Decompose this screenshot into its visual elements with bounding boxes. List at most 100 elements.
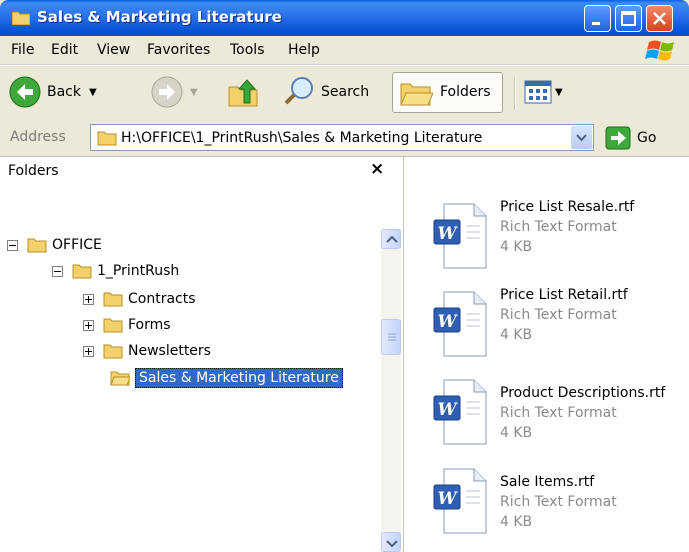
title-bar[interactable]: Sales & Marketing Literature xyxy=(0,0,689,36)
tree-item-label-selected: Sales & Marketing Literature xyxy=(135,368,343,388)
maximize-button[interactable] xyxy=(615,5,642,32)
scroll-up-button[interactable] xyxy=(381,229,401,249)
menu-edit[interactable]: Edit xyxy=(51,42,78,58)
grip-icon xyxy=(388,333,396,341)
svg-text:W: W xyxy=(437,489,458,509)
folder-icon xyxy=(97,131,117,146)
file-type: Rich Text Format xyxy=(500,219,617,235)
svg-text:W: W xyxy=(437,400,458,420)
toolbar: Back ▼ ▼ Search Folders ▼ xyxy=(0,65,689,120)
tree-item-sales-marketing[interactable]: Sales & Marketing Literature xyxy=(110,367,343,389)
folder-icon xyxy=(12,11,30,25)
go-button[interactable]: Go xyxy=(605,126,656,150)
folders-label: Folders xyxy=(440,84,491,100)
up-folder-icon xyxy=(228,79,258,107)
address-bar: Address H:\OFFICE\1_PrintRush\Sales & Ma… xyxy=(0,119,689,157)
word-document-icon: W xyxy=(433,379,487,445)
file-name: Product Descriptions.rtf xyxy=(500,385,666,401)
tree-item-newsletters[interactable]: Newsletters xyxy=(83,340,211,362)
folder-icon xyxy=(103,292,123,307)
chevron-down-icon xyxy=(576,134,587,142)
back-button[interactable]: Back ▼ xyxy=(8,75,97,109)
collapse-icon[interactable] xyxy=(7,239,18,251)
folders-icon xyxy=(400,83,433,106)
expand-icon[interactable] xyxy=(83,319,94,331)
file-size: 4 KB xyxy=(500,425,533,441)
chevron-up-icon xyxy=(386,235,398,243)
svg-text:W: W xyxy=(437,224,458,244)
folder-icon xyxy=(72,264,92,279)
windows-logo-icon xyxy=(645,40,674,61)
address-dropdown-button[interactable] xyxy=(571,126,592,149)
close-icon xyxy=(653,12,666,25)
folder-icon xyxy=(27,238,47,253)
folder-icon xyxy=(103,318,123,333)
expand-icon[interactable] xyxy=(83,293,94,305)
menu-favorites[interactable]: Favorites xyxy=(147,42,210,58)
open-folder-icon xyxy=(110,371,130,386)
menu-view[interactable]: View xyxy=(97,42,130,58)
folders-pane: Folders × OFFICE 1_PrintRush Contracts F… xyxy=(0,157,404,552)
back-dropdown-icon[interactable]: ▼ xyxy=(89,87,97,98)
tree-item-forms[interactable]: Forms xyxy=(83,314,171,336)
search-icon xyxy=(284,77,313,105)
file-size: 4 KB xyxy=(500,239,533,255)
file-item[interactable]: W Price List Resale.rtf Rich Text Format… xyxy=(432,199,689,282)
tree-item-contracts[interactable]: Contracts xyxy=(83,288,196,310)
collapse-icon[interactable] xyxy=(52,265,63,277)
expand-icon[interactable] xyxy=(83,345,94,357)
tree-item-1-printrush[interactable]: 1_PrintRush xyxy=(52,260,179,282)
address-field[interactable]: H:\OFFICE\1_PrintRush\Sales & Marketing … xyxy=(90,124,594,151)
search-label: Search xyxy=(321,84,370,100)
menu-bar: File Edit View Favorites Tools Help xyxy=(0,36,689,65)
views-dropdown-icon[interactable]: ▼ xyxy=(555,87,563,98)
scroll-thumb[interactable] xyxy=(381,319,401,355)
file-type: Rich Text Format xyxy=(500,494,617,510)
menu-tools[interactable]: Tools xyxy=(230,42,265,58)
file-name: Sale Items.rtf xyxy=(500,474,595,490)
window-title: Sales & Marketing Literature xyxy=(37,8,282,26)
toolbar-separator xyxy=(514,76,516,110)
file-item[interactable]: W Product Descriptions.rtf Rich Text For… xyxy=(432,378,689,458)
address-label: Address xyxy=(10,129,66,145)
maximize-icon xyxy=(621,11,636,26)
file-list: W Price List Resale.rtf Rich Text Format… xyxy=(404,157,689,552)
minimize-icon xyxy=(592,22,600,25)
close-button[interactable] xyxy=(646,5,673,32)
svg-text:W: W xyxy=(437,312,458,332)
tree-item-label: 1_PrintRush xyxy=(97,263,180,279)
vertical-scrollbar[interactable] xyxy=(381,229,401,552)
file-type: Rich Text Format xyxy=(500,405,617,421)
menu-file[interactable]: File xyxy=(11,42,34,58)
folders-pane-title: Folders xyxy=(8,163,59,179)
go-label: Go xyxy=(637,130,657,146)
tree-item-label: OFFICE xyxy=(52,237,102,253)
views-button[interactable]: ▼ xyxy=(524,80,563,104)
file-item[interactable]: W Sale Items.rtf Rich Text Format 4 KB xyxy=(432,467,689,547)
minimize-button[interactable] xyxy=(584,5,611,32)
folder-icon xyxy=(103,344,123,359)
back-arrow-icon xyxy=(9,76,41,108)
folders-pane-header: Folders × xyxy=(0,157,403,185)
menu-help[interactable]: Help xyxy=(288,42,320,58)
forward-button[interactable]: ▼ xyxy=(150,75,198,109)
file-size: 4 KB xyxy=(500,514,533,530)
back-label: Back xyxy=(47,84,81,100)
tree-item-label: Newsletters xyxy=(128,343,211,359)
chevron-down-icon xyxy=(386,540,398,548)
file-name: Price List Retail.rtf xyxy=(500,287,628,303)
search-button[interactable]: Search xyxy=(280,75,369,109)
up-folder-button[interactable] xyxy=(226,75,260,109)
file-item[interactable]: W Price List Retail.rtf Rich Text Format… xyxy=(432,287,689,370)
scroll-down-button[interactable] xyxy=(381,532,401,552)
tree-item-label: Forms xyxy=(128,317,171,333)
tree-item-office[interactable]: OFFICE xyxy=(7,234,102,256)
forward-arrow-icon xyxy=(151,76,183,108)
word-document-icon: W xyxy=(433,203,487,269)
address-path: H:\OFFICE\1_PrintRush\Sales & Marketing … xyxy=(121,130,483,146)
forward-dropdown-icon[interactable]: ▼ xyxy=(190,87,198,98)
folders-button[interactable]: Folders xyxy=(392,72,503,113)
file-size: 4 KB xyxy=(500,327,533,343)
close-pane-icon[interactable]: × xyxy=(370,159,384,179)
word-document-icon: W xyxy=(433,291,487,357)
